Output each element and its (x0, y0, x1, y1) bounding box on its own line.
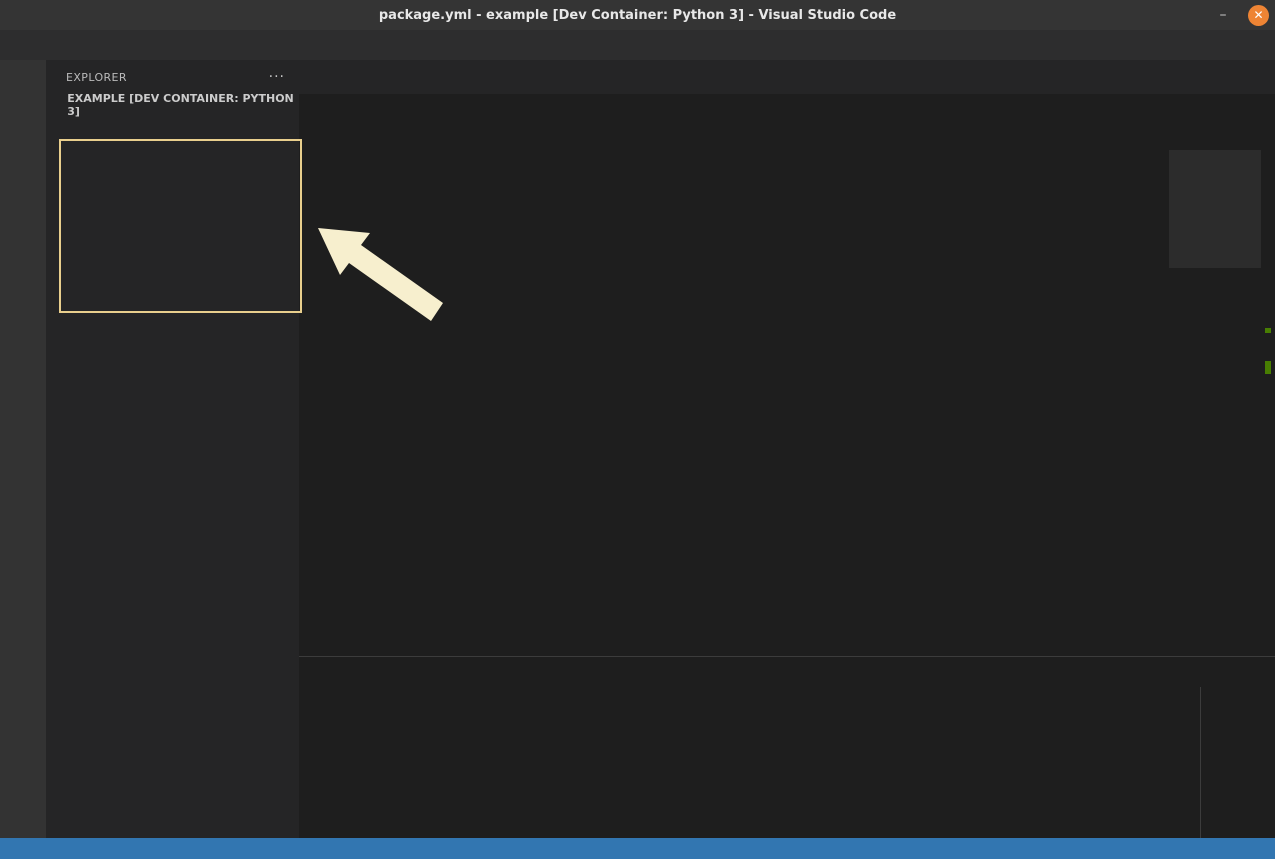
bottom-panel (299, 656, 1275, 838)
window-controls: – ✕ (1212, 0, 1269, 30)
menu-bar (0, 30, 1275, 60)
chevron-down-icon (50, 97, 65, 113)
workspace-section-label: EXAMPLE [DEV CONTAINER: PYTHON 3] (67, 92, 299, 118)
status-bar (0, 838, 1275, 859)
breadcrumb (299, 94, 1275, 116)
terminal[interactable] (299, 687, 1200, 838)
terminal-tabs-list (1200, 687, 1275, 838)
explorer-sidebar: EXPLORER ··· EXAMPLE [DEV CONTAINER: PYT… (46, 60, 299, 838)
explorer-title: EXPLORER (66, 71, 127, 84)
minimap-slider[interactable] (1169, 150, 1261, 268)
workspace-section-header[interactable]: EXAMPLE [DEV CONTAINER: PYTHON 3] (46, 94, 299, 116)
vscode-window: package.yml - example [Dev Container: Py… (0, 0, 1275, 859)
overview-ruler (1261, 116, 1275, 656)
close-button[interactable]: ✕ (1248, 5, 1269, 26)
diff-mark (1265, 361, 1271, 374)
minimize-button[interactable]: – (1212, 7, 1234, 23)
window-title: package.yml - example [Dev Container: Py… (0, 8, 1275, 23)
diff-mark (1265, 328, 1271, 333)
editor-tab-bar (299, 60, 1275, 94)
code-editor[interactable] (299, 116, 1275, 656)
title-bar: package.yml - example [Dev Container: Py… (0, 0, 1275, 30)
views-and-more-actions-button[interactable]: ··· (269, 69, 285, 85)
activity-bar (0, 60, 46, 838)
